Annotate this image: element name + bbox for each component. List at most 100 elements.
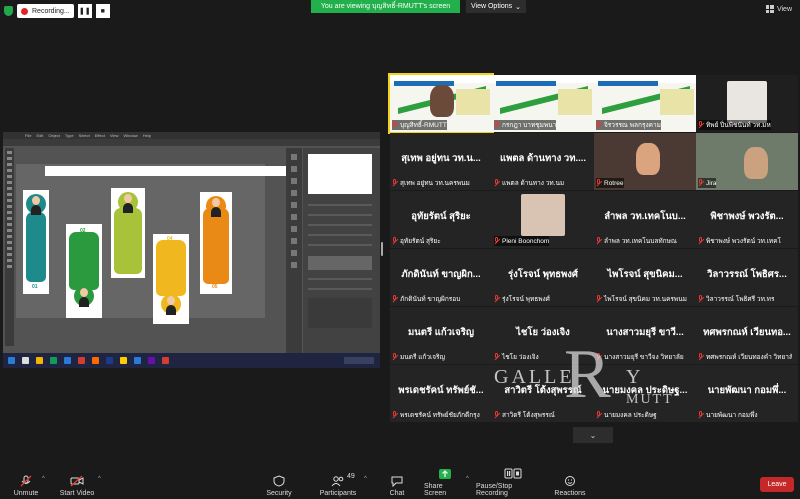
taskbar-app-icon[interactable]	[64, 357, 71, 364]
participant-tile[interactable]: ลำพล วท.เทคโนบ... ลำพล วท.เทคโนบลทักษณ	[594, 191, 696, 248]
taskbar-app-icon[interactable]	[8, 357, 15, 364]
taskbar-app-icon[interactable]	[106, 357, 113, 364]
share-screen-icon	[438, 468, 452, 480]
pause-stop-icon	[504, 468, 522, 480]
taskbar-app-icon[interactable]	[36, 357, 43, 364]
mic-muted-icon	[19, 475, 33, 487]
infographic-card: 04	[153, 234, 189, 324]
taskbar-app-icon[interactable]	[22, 357, 29, 364]
infographic-card: 01	[23, 190, 49, 294]
app-menu-item[interactable]: Effect	[95, 133, 105, 138]
participant-tile[interactable]: Rotree	[594, 133, 696, 190]
pause-recording-button[interactable]: ❚❚	[77, 4, 92, 18]
leave-button[interactable]: Leave	[760, 477, 794, 492]
person-illustration	[26, 194, 46, 215]
unmute-button[interactable]: Unmute	[6, 467, 46, 499]
chevron-down-icon: ⌄	[589, 430, 597, 440]
participant-tile[interactable]: ทิพย์ ปิ่นพิชนันท์ วท.มห	[696, 75, 798, 132]
taskbar-app-icon[interactable]	[78, 357, 85, 364]
participant-tile[interactable]: ภักดินันท์ ขาญผิก... ภักดินันท์ ขาญผิกรอบ	[390, 249, 492, 306]
shield-icon	[272, 475, 286, 487]
mic-muted-icon	[494, 237, 500, 245]
thumbnail-preview	[308, 154, 372, 194]
infographic-card: 05	[200, 192, 232, 294]
participant-label: อุทัยรัตน์ สุริยะ	[392, 236, 441, 246]
participant-label: มนตรี แก้วเจริญ	[392, 352, 445, 362]
stop-recording-button[interactable]: ■	[95, 4, 110, 18]
participant-tile[interactable]: ไพโรจน์ สุขนิคม... ไพโรจน์ สุขนิคม วท.นคร…	[594, 249, 696, 306]
taskbar-app-icon[interactable]	[148, 357, 155, 364]
participant-tile[interactable]: นายพัฒนา กอมพึ่... นายพัฒนา กอมพึ่ง	[696, 365, 798, 422]
audio-options-caret[interactable]: ^	[42, 476, 45, 482]
view-button[interactable]: View	[765, 5, 792, 13]
participant-name-display: ลำพล วท.เทคโนบ...	[604, 211, 686, 222]
top-bar: Recording... ❚❚ ■ You are viewing บุญสิท…	[0, 0, 800, 22]
participant-tile[interactable]: อุทัยรัตน์ สุริยะ อุทัยรัตน์ สุริยะ	[390, 191, 492, 248]
split-handle[interactable]	[381, 242, 383, 256]
view-button-label: View	[776, 5, 792, 13]
share-screen-button[interactable]: Share Screen	[424, 467, 466, 499]
participants-options-caret[interactable]: ^	[364, 476, 367, 482]
start-video-button[interactable]: Start Video	[55, 467, 99, 499]
mic-muted-icon	[392, 411, 398, 419]
participant-tile[interactable]: บุญสิทธิ์-RMUTT	[388, 73, 494, 134]
share-options-caret[interactable]: ^	[466, 476, 469, 482]
mic-muted-icon	[698, 411, 704, 419]
participant-tile[interactable]: รุ่งโรจน์ พุทธพงศ์ รุ่งโรจน์ พุทธพงศ์	[492, 249, 594, 306]
mic-muted-icon	[596, 295, 602, 303]
participant-tile[interactable]: แพตล ด้านทาง วท.... แพตล ด้านทาง วท.นม	[492, 133, 594, 190]
app-menu-item[interactable]: Select	[79, 133, 90, 138]
participant-tile[interactable]: กรกฎา บาทชุมพนา	[492, 75, 594, 132]
taskbar-app-icon[interactable]	[92, 357, 99, 364]
app-menu-item[interactable]: Edit	[36, 133, 43, 138]
mic-muted-icon	[494, 121, 500, 129]
participant-label: นายพัฒนา กอมพึ่ง	[698, 410, 758, 420]
participant-name-display: นายพัฒนา กอมพึ่...	[707, 385, 787, 396]
participant-label: บุญสิทธิ์-RMUTT	[392, 120, 447, 130]
gallery-next-page-button[interactable]: ⌄	[573, 427, 613, 443]
app-menu-item[interactable]: Type	[65, 133, 74, 138]
shield-icon[interactable]	[4, 6, 13, 16]
participant-tile[interactable]: พิชาพงษ์ พวงรัต... พิชาพงษ์ พวงรัตน์ วท.เ…	[696, 191, 798, 248]
recording-indicator: Recording... ❚❚ ■	[4, 3, 110, 19]
smiley-icon	[563, 475, 577, 487]
participant-name-display: พรเดชรัคน์ ทรัพย์ชั...	[398, 385, 484, 396]
security-button[interactable]: Security	[262, 467, 296, 499]
mic-muted-icon	[392, 353, 398, 361]
app-menu-item[interactable]: File	[25, 133, 31, 138]
participant-tile[interactable]: Pleni Boonchom	[492, 191, 594, 248]
taskbar-app-icon[interactable]	[162, 357, 169, 364]
app-menu-item[interactable]: View	[110, 133, 119, 138]
pause-stop-recording-button[interactable]: Pause/Stop Recording	[476, 467, 546, 499]
card-number: 01	[32, 284, 38, 290]
participant-tile[interactable]: ทศพรกณห์ เวียนทอ... ทศพรกณห์ เวียนทองคำ ว…	[696, 307, 798, 364]
participant-label: Jira	[698, 178, 717, 188]
participants-button[interactable]: Participants	[318, 467, 358, 499]
participant-label: พรเดชรัคน์ ทรัพย์ชัยภักดีกรุง	[392, 410, 480, 420]
participant-name-display: แพตล ด้านทาง วท....	[499, 153, 587, 164]
participant-tile[interactable]: สุเทพ อยู่ทน วท.น... สุเทพ อยู่ทน วท.นครพ…	[390, 133, 492, 190]
participant-label: ทิพย์ ปิ่นพิชนันท์ วท.มห	[698, 120, 771, 130]
mic-muted-icon	[392, 121, 398, 129]
reactions-button[interactable]: Reactions	[553, 467, 587, 499]
video-options-caret[interactable]: ^	[98, 476, 101, 482]
taskbar-app-icon[interactable]	[50, 357, 57, 364]
taskbar-app-icon[interactable]	[134, 357, 141, 364]
participant-tile[interactable]: วิลาวรรณ์ โพธิศร... วิลาวรรณ์ โพธิศรี วท.…	[696, 249, 798, 306]
chat-button[interactable]: Chat	[386, 467, 408, 499]
shared-screen[interactable]: File Edit Object Type Select Effect View Window…	[3, 132, 380, 368]
participant-label: ลำพล วท.เทคโนบลทักษณ	[596, 236, 677, 246]
app-menu-item[interactable]: Window	[123, 133, 137, 138]
participant-tile[interactable]: Jira	[696, 133, 798, 190]
participant-tile[interactable]: มนตรี แก้วเจริญ มนตรี แก้วเจริญ	[390, 307, 492, 364]
app-menu-item[interactable]: Help	[143, 133, 151, 138]
view-options-button[interactable]: View Options ⌄	[466, 0, 526, 13]
recording-dot-icon	[21, 7, 28, 15]
participant-tile[interactable]: จิรวรรณ พลกรุงคาม	[594, 75, 696, 132]
taskbar-app-icon[interactable]	[120, 357, 127, 364]
app-menu-item[interactable]: Object	[48, 133, 60, 138]
participant-tile[interactable]: พรเดชรัคน์ ทรัพย์ชั... พรเดชรัคน์ ทรัพย์ช…	[390, 365, 492, 422]
mic-muted-icon	[698, 353, 704, 361]
mic-muted-icon	[596, 237, 602, 245]
person-illustration	[74, 286, 94, 307]
